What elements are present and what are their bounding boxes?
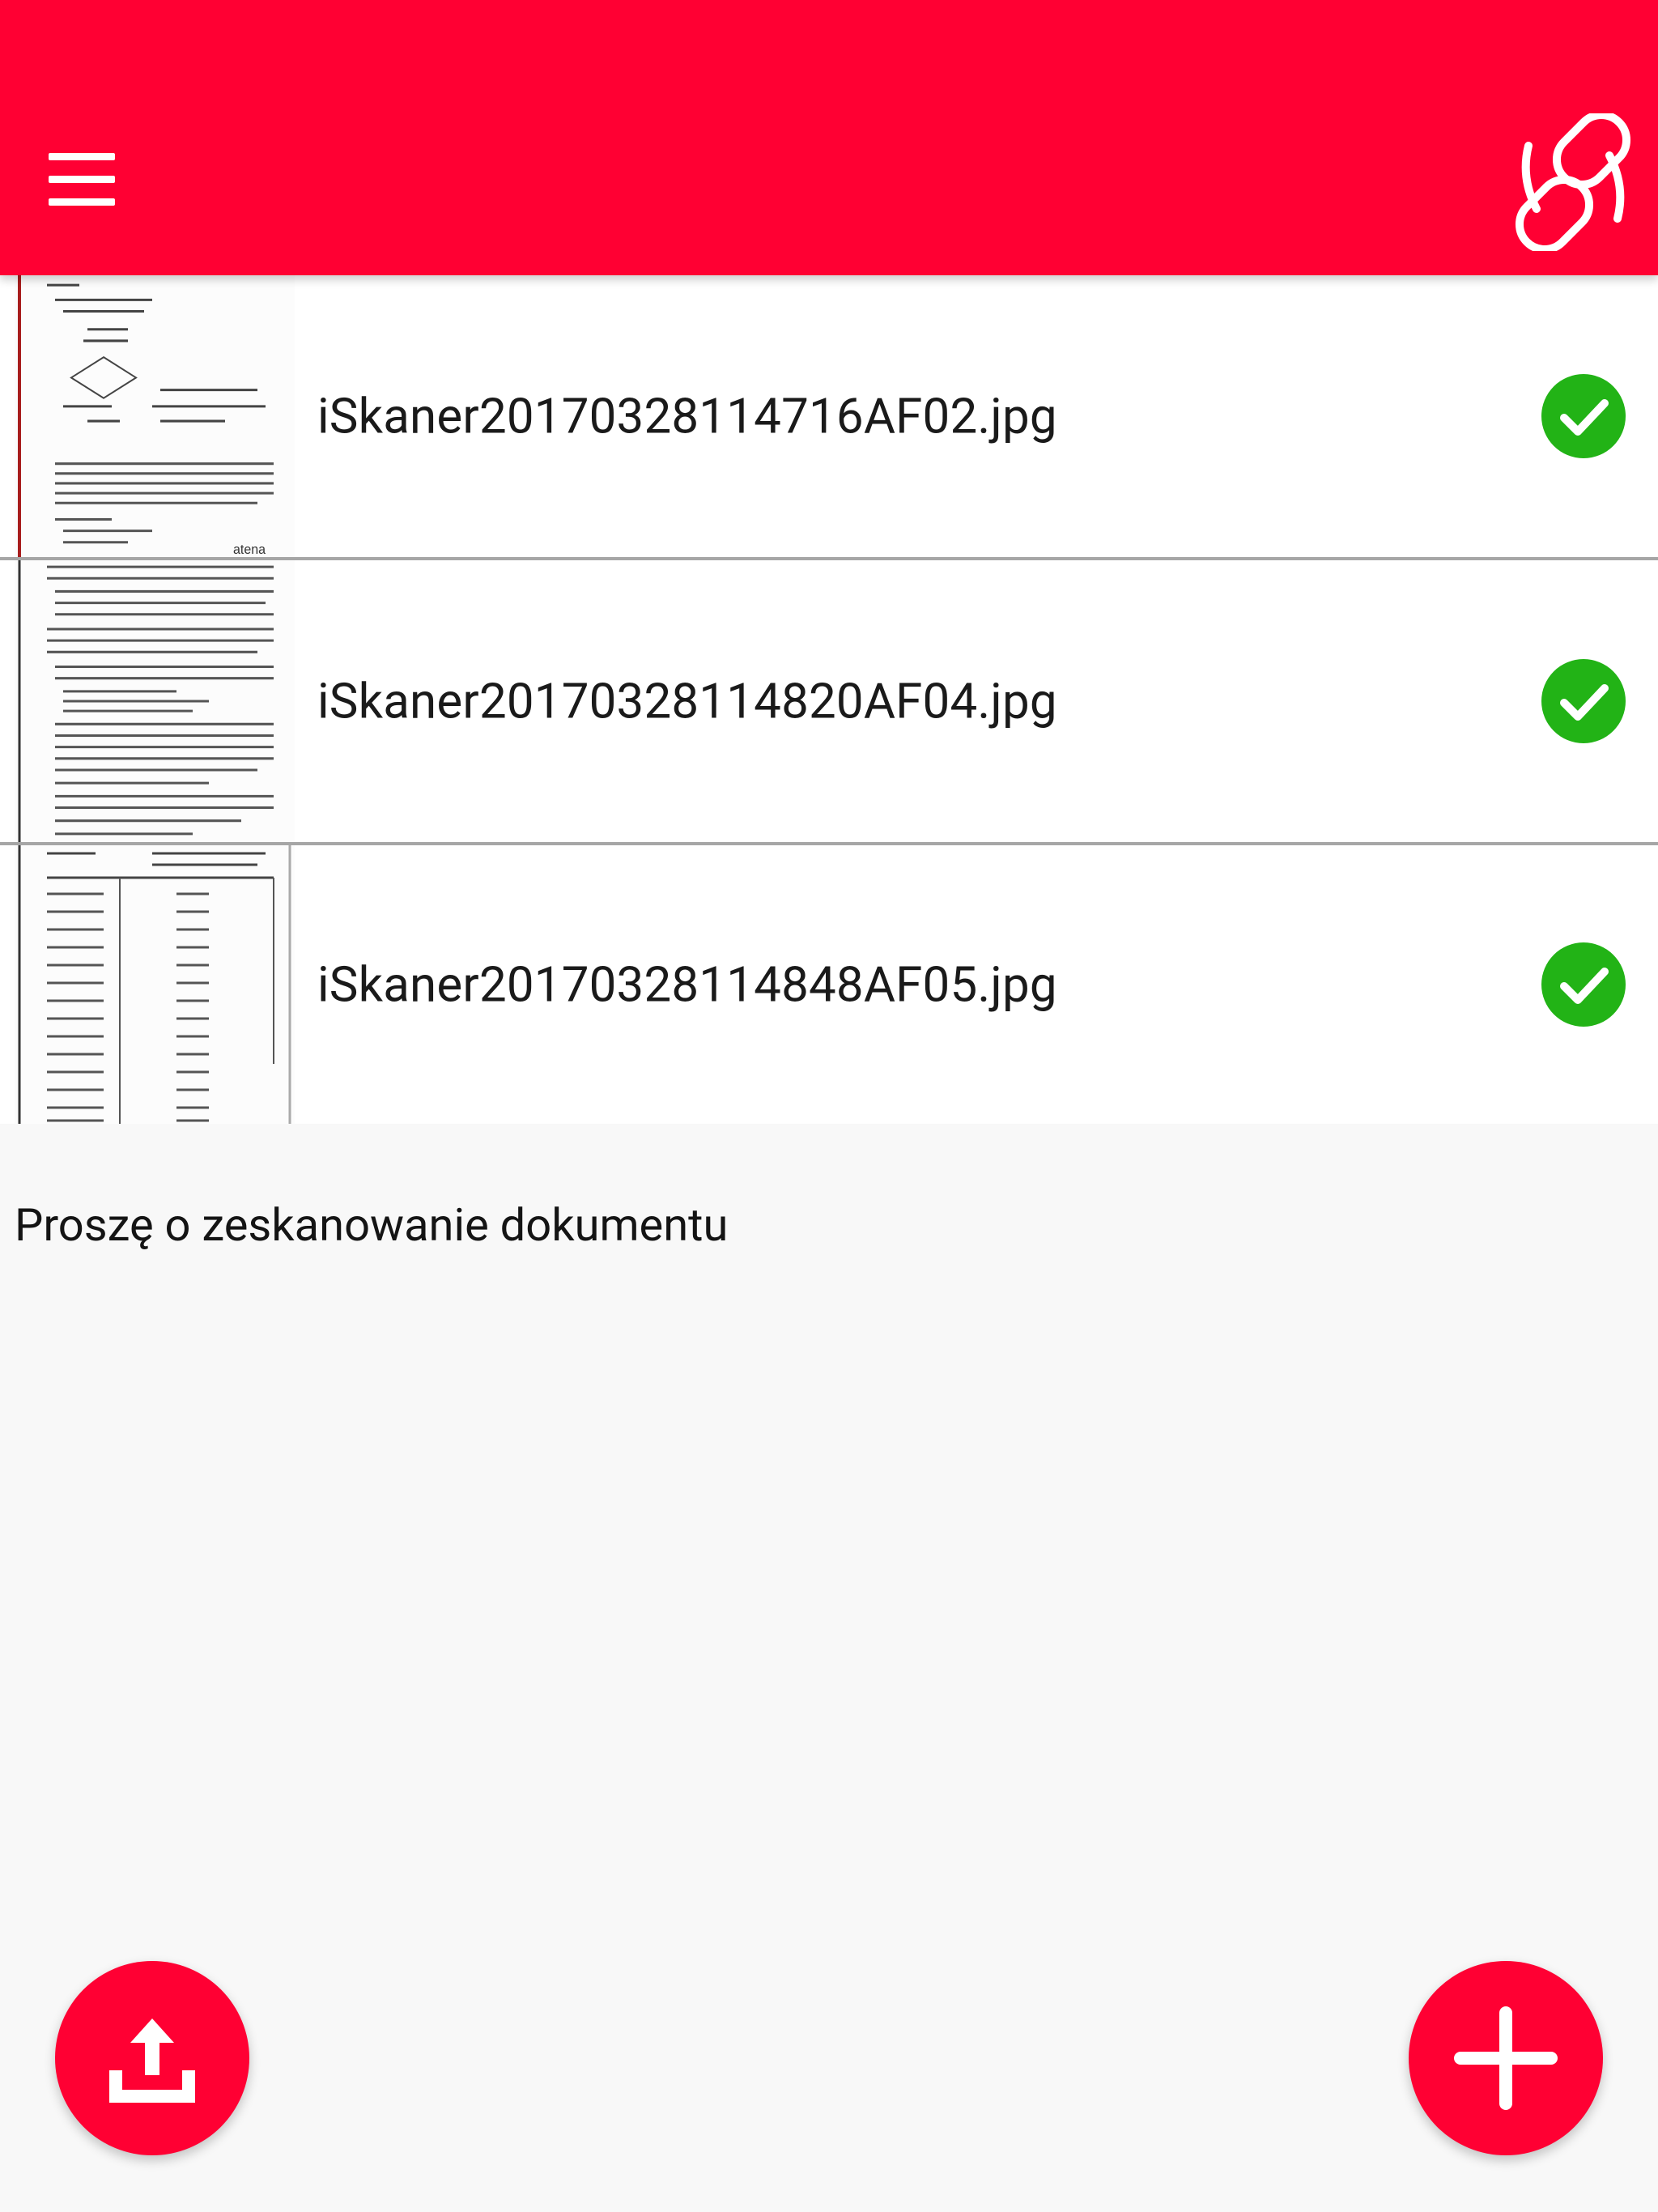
file-name: iSkaner20170328114820AF04.jpg	[317, 672, 1057, 730]
check-circle-icon	[1541, 374, 1626, 458]
upload-icon	[109, 2018, 195, 2103]
file-list: atena iSkaner20170328114716AF02.jpg iSka…	[0, 275, 1658, 1124]
document-thumbnail: atena	[15, 275, 295, 557]
upload-button[interactable]	[55, 1961, 249, 2155]
scan-instruction-text: Proszę o zeskanowanie dokumentu	[15, 1198, 729, 1252]
document-thumbnail	[15, 845, 295, 1124]
broken-link-icon[interactable]	[1504, 110, 1642, 254]
list-item[interactable]: iSkaner20170328114820AF04.jpg	[0, 557, 1658, 842]
list-item[interactable]: iSkaner20170328114848AF05.jpg	[0, 842, 1658, 1124]
app-bar	[0, 0, 1658, 275]
file-name: iSkaner20170328114848AF05.jpg	[317, 955, 1057, 1014]
plus-icon	[1454, 2006, 1558, 2110]
hamburger-menu-icon[interactable]	[32, 130, 131, 228]
list-item[interactable]: atena iSkaner20170328114716AF02.jpg	[0, 275, 1658, 557]
add-document-button[interactable]	[1409, 1961, 1603, 2155]
file-name: iSkaner20170328114716AF02.jpg	[317, 387, 1057, 445]
check-circle-icon	[1541, 659, 1626, 743]
check-circle-icon	[1541, 942, 1626, 1027]
thumbnail-caption: atena	[233, 542, 266, 557]
document-thumbnail	[15, 560, 295, 842]
